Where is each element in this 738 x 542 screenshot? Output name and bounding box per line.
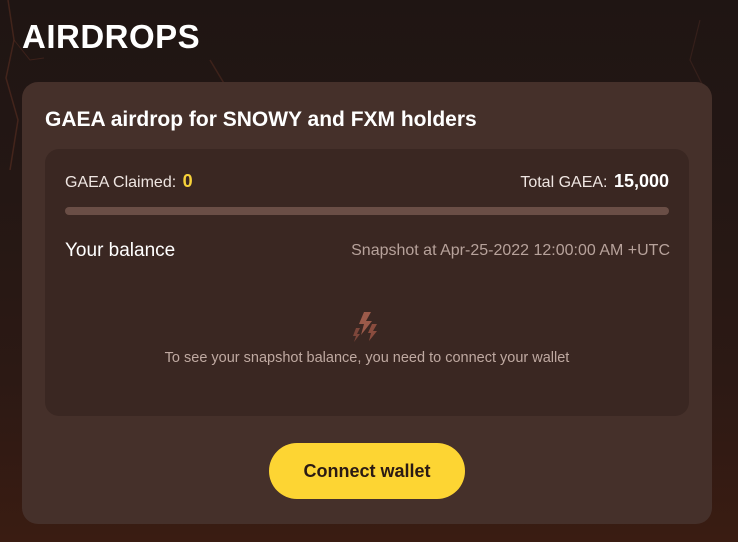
connect-wallet-message: To see your snapshot balance, you need t… bbox=[164, 350, 570, 366]
total-stat: Total GAEA: 15,000 bbox=[520, 171, 669, 192]
airdrop-title: GAEA airdrop for SNOWY and FXM holders bbox=[45, 108, 477, 131]
claimed-value: 0 bbox=[182, 171, 193, 191]
total-value: 15,000 bbox=[613, 171, 669, 191]
balance-label: Your balance bbox=[65, 240, 176, 261]
total-label: Total GAEA: bbox=[520, 174, 608, 191]
page-title: AIRDROPS bbox=[22, 18, 201, 55]
claimed-label: GAEA Claimed: bbox=[65, 174, 177, 191]
airdrop-details-panel: GAEA Claimed: 0 Total GAEA: 15,000 Your … bbox=[45, 149, 689, 416]
connect-wallet-button[interactable]: Connect wallet bbox=[269, 443, 465, 499]
airdrop-card: GAEA airdrop for SNOWY and FXM holders G… bbox=[22, 82, 712, 524]
claim-progress-bar bbox=[65, 207, 669, 215]
lightning-bolt-icon bbox=[353, 312, 377, 342]
claimed-stat: GAEA Claimed: 0 bbox=[65, 171, 193, 192]
snapshot-timestamp: Snapshot at Apr-25-2022 12:00:00 AM +UTC bbox=[351, 242, 670, 259]
